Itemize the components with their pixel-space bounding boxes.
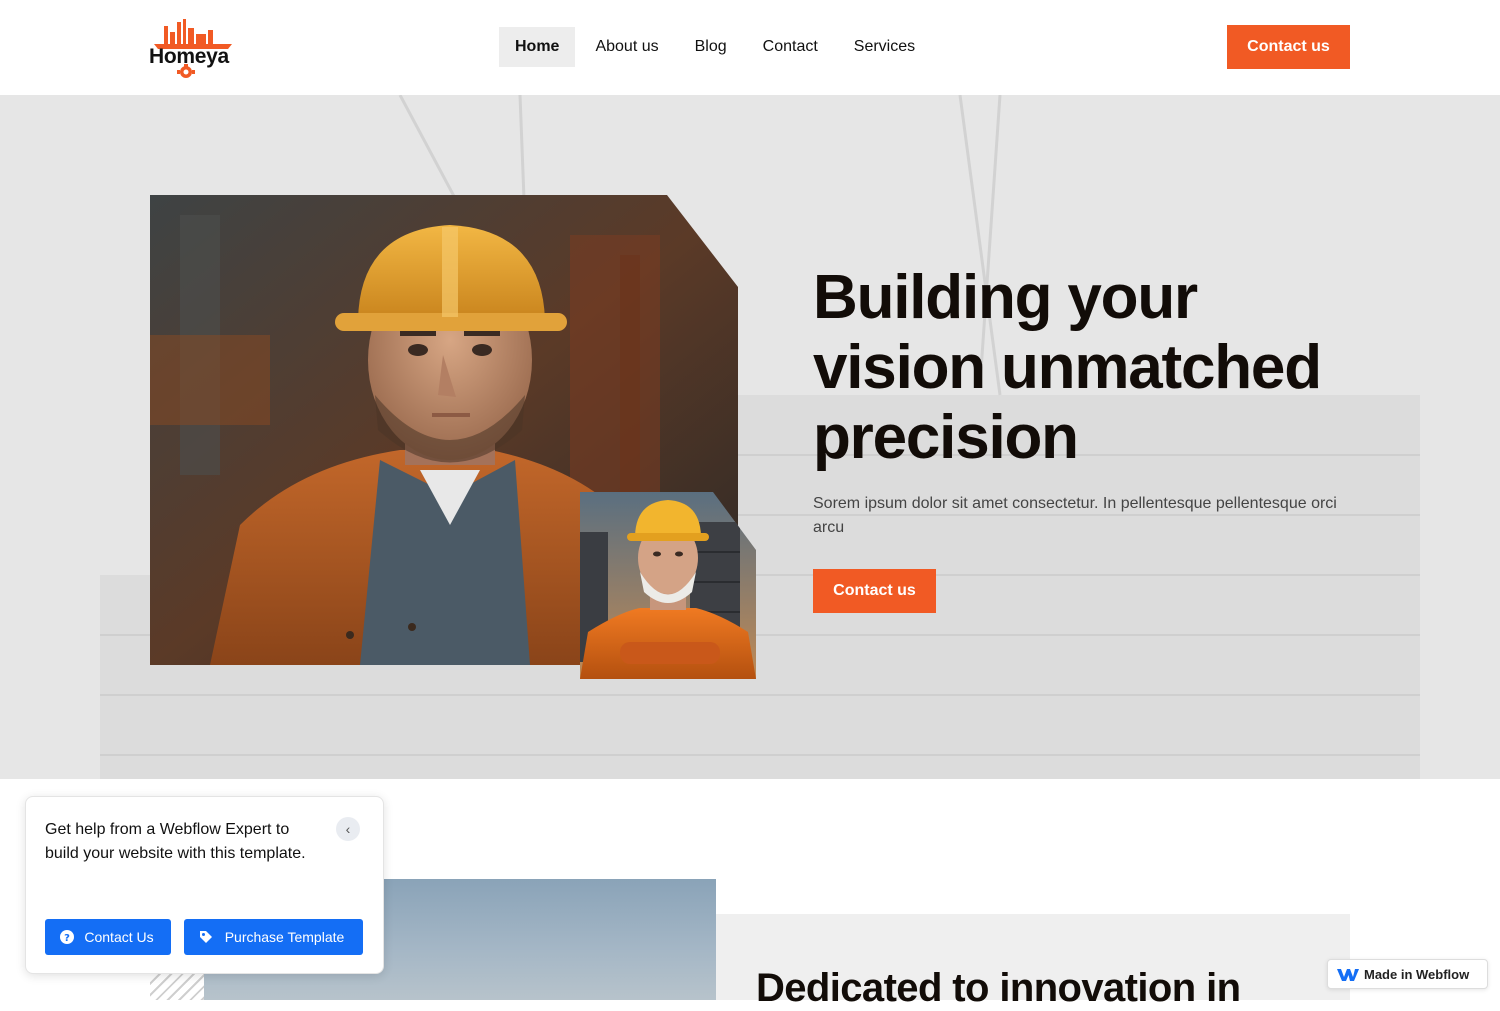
purchase-template-button[interactable]: Purchase Template (184, 919, 363, 955)
header-contact-button[interactable]: Contact us (1227, 25, 1350, 69)
main-nav: Home About us Blog Contact Services (499, 27, 931, 67)
nav-blog[interactable]: Blog (679, 27, 743, 67)
hero-contact-button[interactable]: Contact us (813, 569, 936, 613)
logo[interactable]: Homeya (148, 16, 238, 78)
nav-contact[interactable]: Contact (747, 27, 834, 67)
question-circle-icon: ? (60, 930, 74, 944)
innovation-title: Dedicated to innovation in (756, 966, 1241, 1010)
help-popup-text: Get help from a Webflow Expert to build … (45, 821, 306, 862)
collapse-popup-button[interactable]: ‹ (336, 817, 360, 841)
purchase-template-label: Purchase Template (224, 929, 345, 945)
made-in-webflow-badge[interactable]: Made in Webflow (1327, 959, 1488, 989)
decorative-stripes (150, 974, 204, 1000)
hero-elder-worker-photo (580, 492, 756, 679)
hero-subtitle: Sorem ipsum dolor sit amet consectetur. … (813, 495, 1337, 536)
nav-about-us[interactable]: About us (579, 27, 674, 67)
help-contact-us-button[interactable]: ? Contact Us (45, 919, 171, 955)
tag-icon (200, 931, 212, 943)
svg-text:?: ? (64, 933, 70, 944)
hero-title: Building your vision unmatched precision (813, 263, 1322, 472)
nav-home[interactable]: Home (499, 27, 576, 67)
site-header: Homeya Home About us Blog Contact Servic… (0, 0, 1500, 95)
badge-label: Made in Webflow (1364, 967, 1470, 982)
nav-services[interactable]: Services (838, 27, 931, 67)
webflow-help-popup: Get help from a Webflow Expert to build … (25, 796, 384, 974)
chevron-left-icon: ‹ (345, 821, 351, 837)
webflow-logo-icon (1337, 969, 1359, 981)
logo-text: Homeya (149, 45, 229, 68)
hero-section: Building your vision unmatched precision… (0, 95, 1500, 779)
help-contact-us-label: Contact Us (84, 929, 154, 945)
